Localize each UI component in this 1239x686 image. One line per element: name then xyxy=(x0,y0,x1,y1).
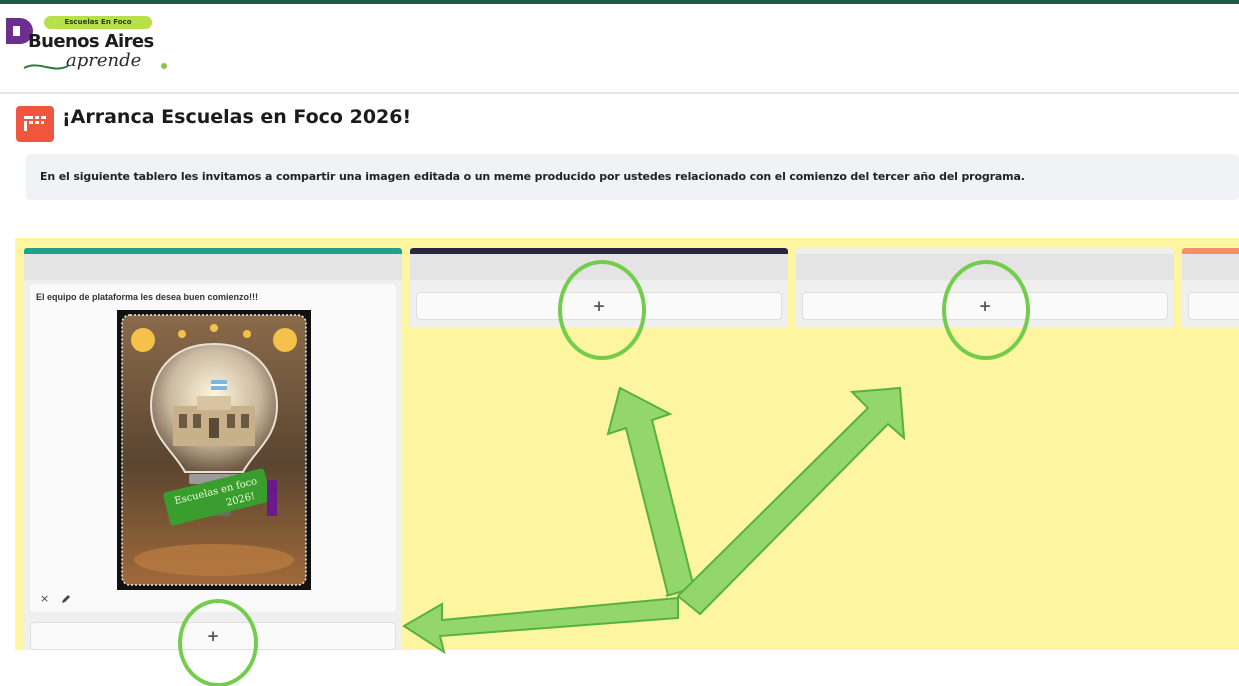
logo-subtitle: aprende xyxy=(66,50,142,71)
board-canvas: El equipo de plataforma les desea buen c… xyxy=(15,238,1239,650)
pencil-icon[interactable] xyxy=(60,593,72,605)
column-header[interactable] xyxy=(410,254,788,280)
post-image[interactable]: Escuelas en foco 2026! xyxy=(117,310,311,590)
header-divider xyxy=(0,92,1239,94)
post-text: El equipo de plataforma les desea buen c… xyxy=(36,292,259,302)
page-title: ¡Arranca Escuelas en Foco 2026! xyxy=(62,106,412,128)
board-description: En el siguiente tablero les invitamos a … xyxy=(26,154,1239,200)
board-column-2: + xyxy=(410,248,788,328)
description-text: En el siguiente tablero les invitamos a … xyxy=(40,170,1025,183)
board-column-1: El equipo de plataforma les desea buen c… xyxy=(24,248,402,650)
board-grid-icon xyxy=(24,116,46,131)
column-header[interactable] xyxy=(24,254,402,280)
board-icon-badge xyxy=(16,106,54,142)
add-post-button-column-3[interactable]: + xyxy=(802,292,1168,320)
add-post-button-column-4[interactable] xyxy=(1188,292,1239,320)
post-card[interactable]: El equipo de plataforma les desea buen c… xyxy=(30,284,396,612)
column-header[interactable] xyxy=(796,254,1174,280)
logo-title: Buenos Aires xyxy=(28,31,154,52)
add-post-button-column-2[interactable]: + xyxy=(416,292,782,320)
buenos-aires-aprende-logo[interactable]: Escuelas En Foco Buenos Aires aprende xyxy=(4,12,174,78)
board-column-3: + xyxy=(796,248,1174,328)
top-accent-bar xyxy=(0,0,1239,4)
column-header[interactable] xyxy=(1182,254,1239,280)
add-post-button-column-1[interactable]: + xyxy=(30,622,396,650)
close-icon[interactable]: × xyxy=(40,592,49,605)
post-actions: × xyxy=(40,592,100,608)
logo-tagline: Escuelas En Foco xyxy=(44,16,152,29)
board-column-4 xyxy=(1182,248,1239,328)
